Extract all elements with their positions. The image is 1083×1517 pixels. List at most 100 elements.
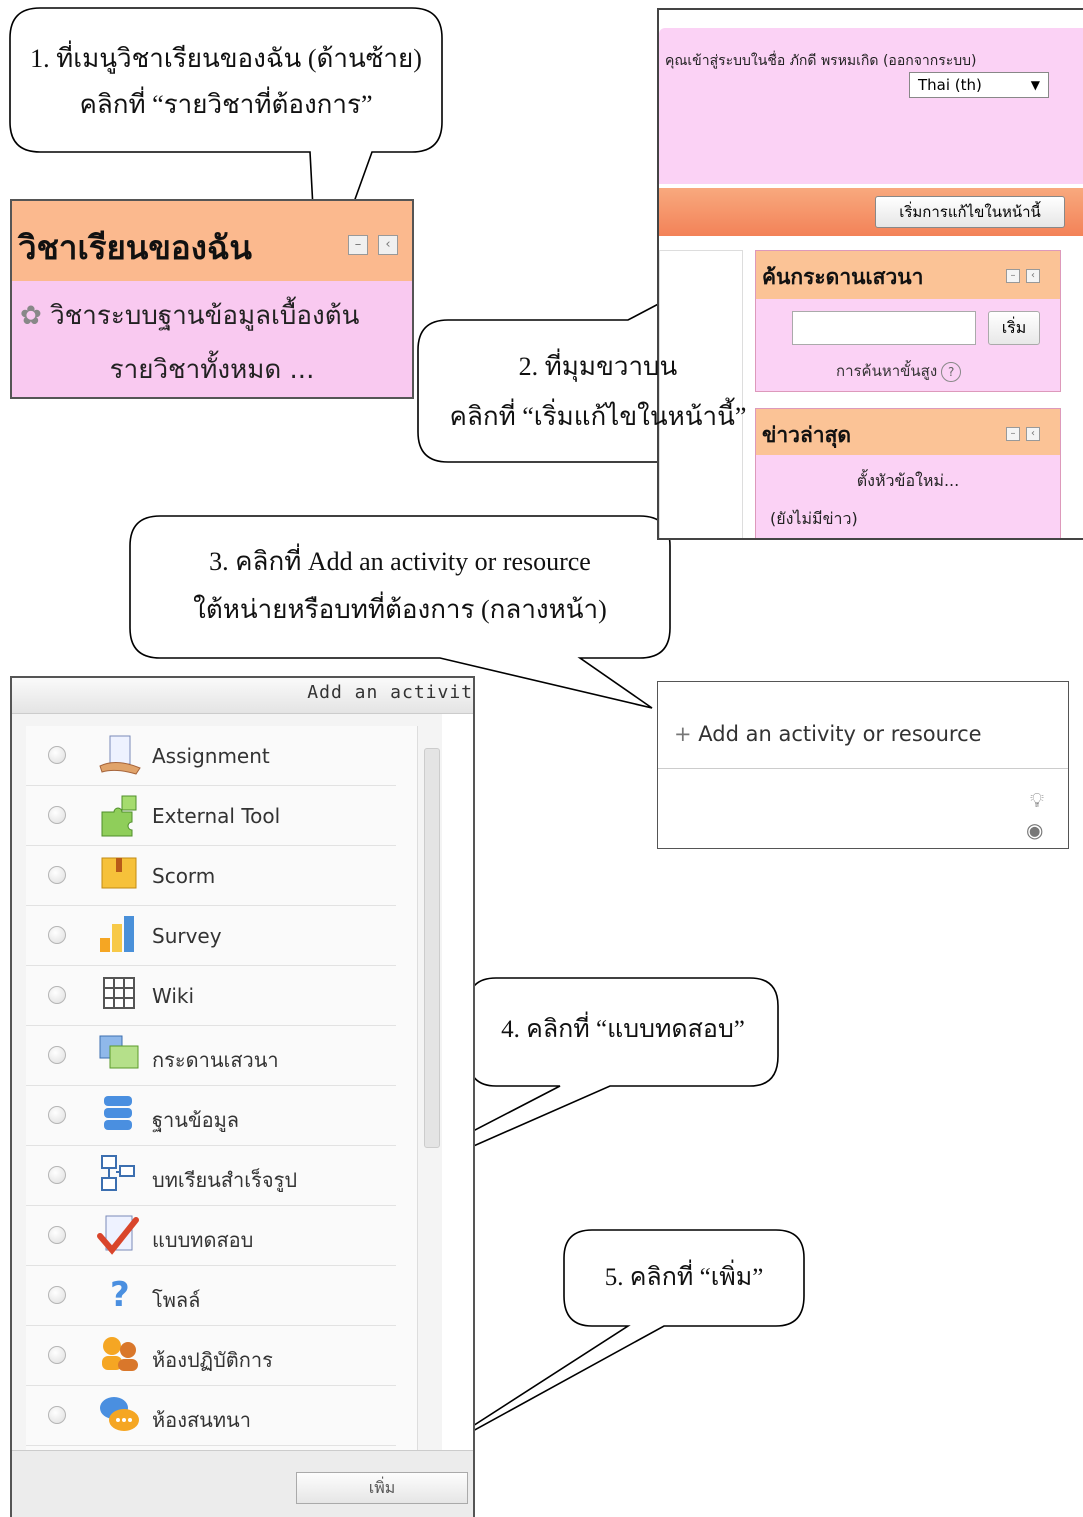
- plus-icon: +: [674, 722, 692, 746]
- callout-3: 3. คลิกที่ Add an activity or resource ใ…: [130, 538, 670, 634]
- callout-5-text: 5. คลิกที่ “เพิ่ม”: [604, 1264, 764, 1291]
- radio-button[interactable]: [48, 1226, 66, 1244]
- radio-button[interactable]: [48, 986, 66, 1004]
- survey-icon: [100, 916, 134, 952]
- add-new-topic-link[interactable]: ตั้งหัวข้อใหม่...: [756, 469, 1060, 494]
- advanced-search-label: การค้นหาขั้นสูง: [836, 362, 938, 380]
- minimize-icon[interactable]: –: [1006, 427, 1020, 441]
- callout-2-line2: คลิกที่ “เริ่มแก้ไขในหน้านี้”: [449, 402, 747, 431]
- activity-option-wiki[interactable]: Wiki: [26, 966, 396, 1026]
- activity-label: Scorm: [152, 864, 216, 888]
- activity-label: ฐานข้อมูล: [152, 1108, 240, 1132]
- callout-2: 2. ที่มุมขวาบน คลิกที่ “เริ่มแก้ไขในหน้า…: [418, 342, 778, 442]
- lesson-icon: [101, 1155, 135, 1191]
- language-select-value: Thai (th): [918, 76, 982, 94]
- quiz-icon: [97, 1215, 139, 1255]
- add-activity-label: Add an activity or resource: [698, 722, 982, 746]
- scrollbar[interactable]: [424, 748, 440, 1148]
- my-courses-block: วิชาเรียนของฉัน – ‹ ✿ วิชาระบบฐานข้อมูลเ…: [10, 199, 414, 399]
- activity-label: Survey: [152, 924, 222, 948]
- forum-search-button[interactable]: เริ่ม: [988, 311, 1040, 345]
- activity-list: Assignment External Tool Scorm Survey Wi…: [26, 726, 418, 1452]
- workshop-icon: [102, 1337, 138, 1371]
- chooser-title: Add an activit: [307, 682, 473, 703]
- radio-button[interactable]: [48, 1166, 66, 1184]
- eye-icon[interactable]: ◉: [1026, 818, 1043, 842]
- radio-button[interactable]: [48, 746, 66, 764]
- radio-button[interactable]: [48, 926, 66, 944]
- divider: [658, 768, 1068, 769]
- activity-option-database[interactable]: ฐานข้อมูล: [26, 1086, 396, 1146]
- radio-button[interactable]: [48, 1346, 66, 1364]
- poll-icon: ?: [110, 1275, 130, 1315]
- activity-label: กระดานเสวนา: [152, 1048, 279, 1072]
- activity-option-quiz[interactable]: แบบทดสอบ: [26, 1206, 396, 1266]
- callout-4: 4. คลิกที่ “แบบทดสอบ”: [468, 1010, 778, 1050]
- activity-option-chat[interactable]: ห้องสนทนา: [26, 1386, 396, 1446]
- scorm-icon: [101, 857, 137, 889]
- minimize-icon[interactable]: –: [1006, 269, 1020, 283]
- callout-5: 5. คลิกที่ “เพิ่ม”: [564, 1258, 804, 1298]
- forum-search-input[interactable]: [792, 311, 976, 345]
- activity-label: Assignment: [152, 744, 270, 768]
- chooser-summary-area: [442, 714, 473, 1454]
- advanced-search-link[interactable]: การค้นหาขั้นสูง?: [836, 359, 962, 383]
- assignment-icon: [99, 735, 141, 775]
- all-courses-link[interactable]: รายวิชาทั้งหมด ...: [12, 349, 412, 390]
- activity-label: บทเรียนสำเร็จรูป: [152, 1168, 298, 1192]
- activity-option-assignment[interactable]: Assignment: [26, 726, 396, 786]
- callout-2-line1: 2. ที่มุมขวาบน: [518, 352, 678, 381]
- radio-button[interactable]: [48, 1286, 66, 1304]
- radio-button[interactable]: [48, 866, 66, 884]
- callout-1: 1. ที่เมนูวิชาเรียนของฉัน (ด้านซ้าย) คลิ…: [10, 36, 442, 128]
- forum-icon: [99, 1035, 139, 1069]
- activity-label: แบบทดสอบ: [152, 1228, 254, 1252]
- activity-option-scorm[interactable]: Scorm: [26, 846, 396, 906]
- dock-icon[interactable]: ‹: [1026, 427, 1040, 441]
- activity-option-poll[interactable]: ? โพลล์: [26, 1266, 396, 1326]
- activity-option-workshop[interactable]: ห้องปฏิบัติการ: [26, 1326, 396, 1386]
- activity-option-lesson[interactable]: บทเรียนสำเร็จรูป: [26, 1146, 396, 1206]
- latest-news-block: ข่าวล่าสุด – ‹ ตั้งหัวข้อใหม่... (ยังไม่…: [755, 408, 1061, 538]
- radio-button[interactable]: [48, 1406, 66, 1424]
- dock-icon[interactable]: ‹: [1026, 269, 1040, 283]
- activity-label: โพลล์: [152, 1288, 201, 1312]
- callout-3-line2: ใต้หน่ายหรือบทที่ต้องการ (กลางหน้า): [193, 595, 607, 624]
- forum-search-block: ค้นกระดานเสวนา – ‹ เริ่ม การค้นหาขั้นสูง…: [755, 250, 1061, 392]
- login-info-text[interactable]: คุณเข้าสู่ระบบในชื่อ ภักดี พรหมเกิด (ออก…: [665, 50, 977, 72]
- activity-option-survey[interactable]: Survey: [26, 906, 396, 966]
- radio-button[interactable]: [48, 806, 66, 824]
- activity-label: ห้องสนทนา: [152, 1408, 251, 1432]
- minimize-icon[interactable]: –: [348, 235, 368, 255]
- activity-chooser: Add an activit Assignment External Tool: [10, 676, 475, 1517]
- dropdown-arrow-icon: ▼: [1030, 78, 1040, 92]
- activity-option-external-tool[interactable]: External Tool: [26, 786, 396, 846]
- my-courses-title: วิชาเรียนของฉัน: [18, 228, 252, 267]
- activity-label: ห้องปฏิบัติการ: [152, 1348, 273, 1372]
- wiki-icon: [103, 977, 135, 1009]
- section-add-activity: + Add an activity or resource 💡︎ ◉: [657, 681, 1069, 849]
- external-tool-icon: [101, 795, 137, 837]
- chat-icon: [100, 1397, 139, 1431]
- activity-option-forum[interactable]: กระดานเสวนา: [26, 1026, 396, 1086]
- activity-label: Wiki: [152, 984, 195, 1008]
- no-news-text: (ยังไม่มีข่าว): [770, 509, 858, 528]
- callout-4-text: 4. คลิกที่ “แบบทดสอบ”: [501, 1016, 745, 1043]
- language-select[interactable]: Thai (th) ▼: [909, 72, 1049, 98]
- dock-icon[interactable]: ‹: [378, 235, 398, 255]
- turn-editing-on-button[interactable]: เริ่มการแก้ไขในหน้านี้: [875, 196, 1065, 228]
- course-icon: ✿: [20, 301, 42, 331]
- page-top-right: คุณเข้าสู่ระบบในชื่อ ภักดี พรหมเกิด (ออก…: [657, 8, 1083, 540]
- lightbulb-icon[interactable]: 💡︎: [1030, 788, 1044, 812]
- database-icon: [104, 1096, 132, 1130]
- callout-1-line2: คลิกที่ “รายวิชาที่ต้องการ”: [79, 90, 373, 119]
- activity-label: External Tool: [152, 804, 281, 828]
- add-button[interactable]: เพิ่ม: [296, 1472, 468, 1504]
- callout-3-line1: 3. คลิกที่ Add an activity or resource: [209, 547, 591, 576]
- help-icon[interactable]: ?: [941, 361, 962, 382]
- radio-button[interactable]: [48, 1106, 66, 1124]
- course-link[interactable]: ✿ วิชาระบบฐานข้อมูลเบื้องต้น: [20, 295, 359, 336]
- svg-text:?: ?: [110, 1275, 130, 1315]
- add-activity-link[interactable]: + Add an activity or resource: [674, 722, 982, 746]
- radio-button[interactable]: [48, 1046, 66, 1064]
